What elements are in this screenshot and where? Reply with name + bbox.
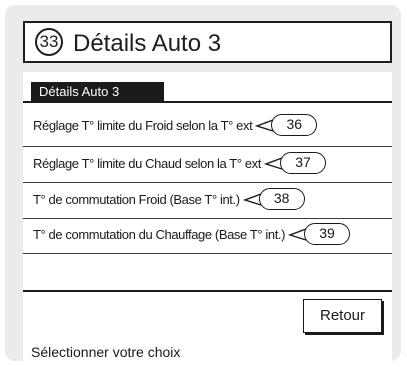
menu-item-label: Réglage T° limite du Froid selon la T° e… <box>33 117 253 133</box>
callout-reference: 38 <box>258 188 305 210</box>
status-text: Sélectionner votre choix <box>31 344 181 360</box>
screen-background: 33 Détails Auto 3 Détails Auto 3 Réglage… <box>5 5 401 363</box>
callout-reference: 37 <box>279 152 326 174</box>
callout-reference: 36 <box>271 114 318 136</box>
callout-reference: 39 <box>304 223 351 245</box>
title-bar: 33 Détails Auto 3 <box>23 21 392 63</box>
menu-item-label: T° de commutation du Chauffage (Base T° … <box>33 226 286 242</box>
divider <box>23 290 392 292</box>
section-label: Détails Auto 3 <box>31 82 164 102</box>
divider <box>23 218 392 219</box>
divider <box>23 253 392 254</box>
content-panel: Détails Auto 3 Réglage T° limite du Froi… <box>23 72 392 363</box>
divider <box>23 146 392 147</box>
menu-item-cool-switch-indoor[interactable]: T° de commutation Froid (Base T° int.) 3… <box>33 186 305 212</box>
divider <box>23 101 392 103</box>
menu-item-heat-switch-indoor[interactable]: T° de commutation du Chauffage (Base T° … <box>33 221 351 247</box>
divider <box>23 182 392 183</box>
menu-item-heat-limit-outdoor[interactable]: Réglage T° limite du Chaud selon la T° e… <box>33 150 326 176</box>
menu-item-label: Réglage T° limite du Chaud selon la T° e… <box>33 155 261 171</box>
back-button[interactable]: Retour <box>303 299 382 333</box>
screen-number-badge: 33 <box>35 28 63 56</box>
page-title: Détails Auto 3 <box>73 30 222 57</box>
menu-item-cold-limit-outdoor[interactable]: Réglage T° limite du Froid selon la T° e… <box>33 112 318 138</box>
menu-item-label: T° de commutation Froid (Base T° int.) <box>33 191 240 207</box>
